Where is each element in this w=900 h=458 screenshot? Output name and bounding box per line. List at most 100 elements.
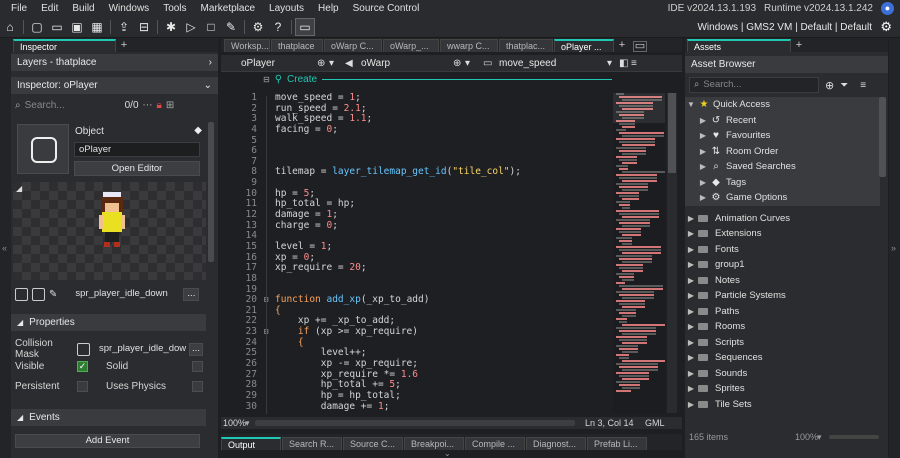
asset-folder-fonts[interactable]: ▶ Fonts — [685, 242, 880, 258]
open-editor-button[interactable]: Open Editor — [74, 161, 200, 176]
debug-icon[interactable]: ✱ — [161, 18, 181, 36]
quick-access-saved-searches[interactable]: ▶ ⌕ Saved Searches — [685, 159, 880, 175]
add-tab-icon[interactable]: + — [117, 39, 131, 52]
tab-owarp-create[interactable]: oWarp C... — [324, 39, 382, 52]
search-options-icon[interactable]: ⋯ — [143, 100, 153, 111]
code-minimap[interactable] — [613, 93, 665, 413]
clean-icon[interactable]: ⊟ — [134, 18, 154, 36]
expand-arrow-icon[interactable]: ▶ — [685, 338, 697, 347]
expand-arrow-icon[interactable]: ▶ — [685, 245, 697, 254]
object-inspector-header[interactable]: Inspector: oPlayer ⌄ — [11, 77, 218, 94]
stop-icon[interactable]: □ — [201, 18, 221, 36]
expand-arrow-icon[interactable]: ◢ — [16, 184, 22, 193]
add-tab-icon[interactable]: + — [792, 39, 806, 52]
tab-owarp[interactable]: oWarp_... — [383, 39, 439, 52]
asset-scrollbar[interactable] — [879, 97, 886, 177]
toggle-panel-icon[interactable]: ◧ — [619, 58, 631, 69]
asset-folder-group1[interactable]: ▶ group1 — [685, 257, 880, 273]
editor-zoom[interactable]: 100% — [221, 418, 246, 428]
asset-zoom[interactable]: 100% — [795, 432, 818, 442]
menu-file[interactable]: File — [4, 0, 34, 17]
collapse-right-icon[interactable]: » — [891, 243, 896, 253]
tag-icon[interactable]: ◆ — [194, 125, 202, 136]
brush-icon[interactable]: ✎ — [49, 289, 57, 300]
object-selector[interactable]: oPlayer — [221, 58, 317, 69]
expand-arrow-icon[interactable]: ▶ — [685, 229, 697, 238]
asset-folder-scripts[interactable]: ▶ Scripts — [685, 335, 880, 351]
zoom-dropdown-icon[interactable]: ▾ — [245, 418, 255, 429]
expand-arrow-icon[interactable]: ▶ — [697, 116, 709, 125]
asset-folder-particle-systems[interactable]: ▶ Particle Systems — [685, 288, 880, 304]
dropdown-icon[interactable]: ▾ — [607, 58, 619, 69]
close-panel-icon[interactable]: ▭ — [633, 41, 647, 52]
code-area[interactable]: 1 move_speed = 1; 2 run_speed = 2.1; 3 walk_s… — [221, 93, 611, 413]
expand-arrow-icon[interactable]: ▶ — [685, 276, 697, 285]
object-name-field[interactable]: oPlayer — [74, 142, 200, 157]
asset-search-input[interactable]: ⌕ Search... — [689, 77, 819, 93]
expand-arrow-icon[interactable]: ▶ — [697, 178, 709, 187]
uses-physics-checkbox[interactable] — [192, 381, 203, 392]
menu-icon[interactable]: ≡ — [631, 58, 643, 69]
expand-arrow-icon[interactable]: ▶ — [697, 131, 709, 140]
asset-folder-sprites[interactable]: ▶ Sprites — [685, 381, 880, 397]
asset-folder-sequences[interactable]: ▶ Sequences — [685, 350, 880, 366]
menu-tools[interactable]: Tools — [156, 0, 193, 17]
quick-access-game-options[interactable]: ▶ ⚙ Game Options — [685, 190, 880, 206]
sprite-field[interactable]: spr_player_idle_down — [71, 287, 180, 302]
tab-output[interactable]: Output — [221, 437, 281, 450]
quick-access-item[interactable]: ▼ ★ Quick Access — [685, 97, 880, 113]
solid-checkbox[interactable] — [192, 361, 203, 372]
menu-help[interactable]: Help — [311, 0, 346, 17]
left-dock-strip[interactable]: « — [0, 38, 11, 458]
mask-edit-icon[interactable] — [77, 342, 90, 356]
sprite-edit-icon[interactable] — [15, 288, 28, 301]
sprite-select-icon[interactable] — [32, 288, 45, 301]
asset-folder-extensions[interactable]: ▶ Extensions — [685, 226, 880, 242]
expand-arrow-icon[interactable]: ▶ — [685, 369, 697, 378]
expand-arrow-icon[interactable]: ▶ — [685, 260, 697, 269]
add-icon[interactable]: ⊕ — [453, 58, 465, 69]
new-file-icon[interactable]: ▢ — [27, 18, 47, 36]
search-input[interactable]: Search... — [25, 100, 121, 111]
expand-arrow-icon[interactable]: ▶ — [685, 322, 697, 331]
inspector-scrollbar[interactable] — [208, 122, 214, 262]
tab-diagnostics[interactable]: Diagnost... — [526, 437, 586, 450]
properties-header[interactable]: ◢ Properties — [11, 314, 206, 331]
warp-selector[interactable]: oWarp — [357, 58, 453, 69]
tab-thatplace-2[interactable]: thatplac... — [499, 39, 553, 52]
minimap-viewport[interactable] — [613, 93, 665, 123]
zoom-dropdown-icon[interactable]: ▾ — [817, 432, 829, 443]
function-selector[interactable]: move_speed — [499, 58, 607, 69]
quick-access-room-order[interactable]: ▶ ⇅ Room Order — [685, 143, 880, 159]
asset-folder-tile-sets[interactable]: ▶ Tile Sets — [685, 397, 880, 413]
tab-inspector[interactable]: Inspector — [13, 39, 116, 52]
collapse-left-icon[interactable]: « — [2, 243, 7, 253]
layers-header[interactable]: Layers - thatplace › — [11, 54, 218, 71]
tab-breakpoints[interactable]: Breakpoi... — [404, 437, 464, 450]
add-asset-icon[interactable]: ⊕ — [825, 79, 834, 92]
clean-build-icon[interactable]: ✎ — [221, 18, 241, 36]
quick-access-recent[interactable]: ▶ ↺ Recent — [685, 112, 880, 128]
menu-source-control[interactable]: Source Control — [346, 0, 427, 17]
tab-workspace[interactable]: Worksp... — [224, 39, 270, 52]
add-tab-icon[interactable]: + — [615, 39, 629, 52]
expand-arrow-icon[interactable]: ▶ — [685, 307, 697, 316]
settings-icon[interactable]: ⚙ — [248, 18, 268, 36]
user-icon[interactable]: ● — [881, 2, 894, 15]
home-icon[interactable]: ⌂ — [0, 18, 20, 36]
save-all-icon[interactable]: ▦ — [87, 18, 107, 36]
collision-mask-field[interactable]: spr_player_idle_dow — [95, 341, 189, 357]
tab-source-control[interactable]: Source C... — [343, 437, 403, 450]
quick-access-favourites[interactable]: ▶ ♥ Favourites — [685, 128, 880, 144]
expand-arrow-icon[interactable]: ▶ — [697, 193, 709, 202]
tab-search-results[interactable]: Search R... — [282, 437, 342, 450]
dropdown-icon[interactable]: ▾ — [329, 58, 345, 69]
tab-thatplace[interactable]: thatplace — [271, 39, 323, 52]
expand-arrow-icon[interactable]: ▶ — [697, 162, 709, 171]
right-dock-strip[interactable]: » — [889, 38, 900, 458]
export-icon[interactable]: ⇪ — [114, 18, 134, 36]
expand-arrow-icon[interactable]: ▶ — [685, 291, 697, 300]
fold-icon[interactable]: ⊟ — [263, 75, 270, 84]
expand-arrow-icon[interactable]: ▶ — [685, 400, 697, 409]
expand-bottom-icon[interactable]: ⌄ — [444, 449, 451, 458]
